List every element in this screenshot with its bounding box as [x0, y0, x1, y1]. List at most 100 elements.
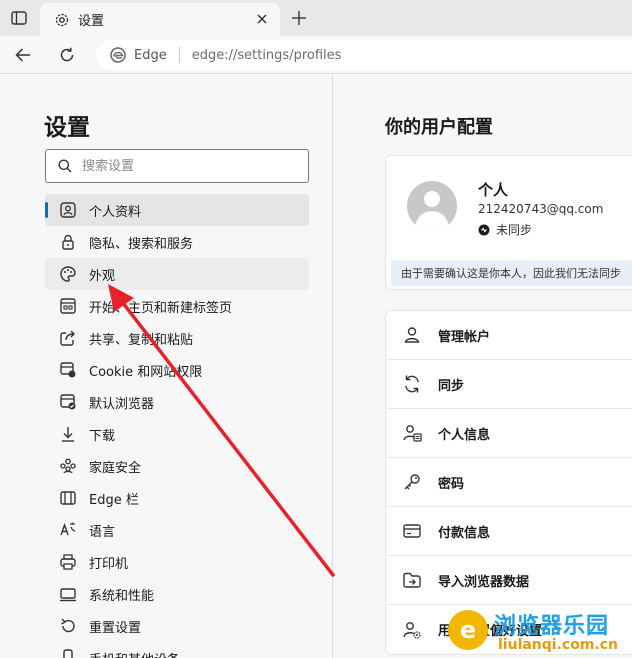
import-icon: [402, 570, 422, 590]
close-icon: [257, 14, 267, 24]
edge-bar-icon: [59, 489, 77, 507]
tab-actions-icon: [11, 11, 27, 25]
sidebar-item-label: 家庭安全: [89, 460, 142, 476]
profile-name: 个人: [478, 181, 509, 199]
payment-card-icon: [402, 521, 422, 541]
search-input[interactable]: [82, 158, 282, 174]
language-icon: [59, 521, 77, 539]
option-label: 同步: [438, 378, 465, 394]
avatar: [407, 181, 457, 231]
sync-status-text: 未同步: [496, 223, 533, 237]
search-settings-box[interactable]: [45, 149, 309, 183]
sidebar-item-edge-bar[interactable]: Edge 栏: [45, 482, 309, 514]
sync-off-icon: [478, 224, 490, 235]
sidebar-item-phone[interactable]: 手机和其他设备: [45, 642, 309, 658]
url-path: settings/profiles: [237, 47, 342, 63]
sync-icon: [402, 374, 422, 394]
lock-icon: [59, 233, 77, 251]
sidebar-item-label: Cookie 和网站权限: [89, 364, 203, 380]
profile-icon: [59, 201, 77, 219]
settings-sidebar: 设置 个人资料隐私、搜索和服务外观开始、主页和新建标签页共享、复制和粘贴 Cook…: [0, 75, 333, 658]
sidebar-item-download[interactable]: 下载: [45, 418, 309, 450]
search-icon: [58, 159, 72, 173]
reset-icon: [59, 617, 77, 635]
address-brand: Edge: [134, 47, 167, 63]
back-button[interactable]: [12, 44, 34, 66]
phone-icon: [59, 649, 77, 658]
address-divider: [178, 47, 180, 63]
share-icon: [59, 329, 77, 347]
personal-info-icon: [402, 423, 422, 443]
sidebar-item-reset[interactable]: 重置设置: [45, 610, 309, 642]
sidebar-item-printer[interactable]: 打印机: [45, 546, 309, 578]
sidebar-item-language[interactable]: 语言: [45, 514, 309, 546]
sidebar-item-label: 个人资料: [89, 204, 142, 220]
site-watermark: e 浏览器乐园 liulanqi.com.cn: [448, 604, 632, 658]
settings-nav-list: 个人资料隐私、搜索和服务 外观开始、主页和新建标签页 共享、复制和粘贴 Cookie …: [45, 194, 309, 658]
sidebar-item-label: 手机和其他设备: [89, 649, 180, 658]
sidebar-item-palette[interactable]: 外观: [45, 258, 309, 290]
refresh-icon: [60, 47, 74, 62]
profiles-content: 你的用户配置 个人 212420743@qq.com 未同步 由于需要确认这是你…: [334, 75, 632, 658]
profile-email: 212420743@qq.com: [478, 202, 604, 216]
site-permissions-icon: [59, 361, 77, 379]
sidebar-item-default-browser[interactable]: 默认浏览器: [45, 386, 309, 418]
option-label: 导入浏览器数据: [438, 574, 530, 590]
sidebar-item-label: 默认浏览器: [89, 396, 155, 412]
family-icon: [59, 457, 77, 475]
url-scheme: edge://: [191, 47, 238, 63]
option-label: 付款信息: [438, 525, 491, 541]
tab-settings[interactable]: 设置: [40, 3, 280, 36]
sidebar-item-label: 语言: [89, 524, 116, 540]
sidebar-item-start-page[interactable]: 开始、主页和新建标签页: [45, 290, 309, 322]
option-key[interactable]: 密码: [386, 458, 632, 507]
toolbar: Edge edge://settings/profiles: [0, 36, 632, 74]
option-sync[interactable]: 同步: [386, 360, 632, 409]
watermark-url: liulanqi.com.cn: [498, 637, 619, 653]
sidebar-item-label: 隐私、搜索和服务: [89, 236, 194, 252]
watermark-logo: e: [448, 610, 488, 650]
sidebar-item-label: Edge 栏: [89, 492, 139, 508]
sidebar-item-label: 共享、复制和粘贴: [89, 332, 194, 348]
verification-notice: 由于需要确认这是你本人，因此我们无法同步: [391, 260, 632, 286]
sidebar-item-system[interactable]: 系统和性能: [45, 578, 309, 610]
edge-logo-icon: [110, 47, 126, 63]
sidebar-item-label: 外观: [89, 268, 116, 284]
close-tab-button[interactable]: [254, 11, 270, 27]
default-browser-icon: [59, 393, 77, 411]
sidebar-item-label: 重置设置: [89, 620, 142, 636]
new-tab-button[interactable]: [288, 8, 310, 28]
plus-icon: [292, 11, 306, 25]
option-label: 管理帐户: [438, 329, 491, 345]
option-payment-card[interactable]: 付款信息: [386, 507, 632, 556]
sidebar-item-share[interactable]: 共享、复制和粘贴: [45, 322, 309, 354]
tab-actions-button[interactable]: [8, 8, 30, 28]
option-label: 密码: [438, 476, 465, 492]
option-account[interactable]: 管理帐户: [386, 311, 632, 360]
start-page-icon: [59, 297, 77, 315]
tab-strip: 设置: [0, 0, 632, 36]
sidebar-item-lock[interactable]: 隐私、搜索和服务: [45, 226, 309, 258]
sidebar-item-label: 下载: [89, 428, 116, 444]
sidebar-item-family[interactable]: 家庭安全: [45, 450, 309, 482]
sidebar-item-site-permissions[interactable]: Cookie 和网站权限: [45, 354, 309, 386]
option-personal-info[interactable]: 个人信息: [386, 409, 632, 458]
palette-icon: [59, 265, 77, 283]
back-arrow-icon: [15, 48, 30, 62]
key-icon: [402, 472, 422, 492]
sidebar-item-label: 开始、主页和新建标签页: [89, 300, 233, 316]
sidebar-item-label: 打印机: [89, 556, 129, 572]
printer-icon: [59, 553, 77, 571]
page-title: 你的用户配置: [385, 117, 493, 138]
tab-title: 设置: [78, 14, 105, 29]
sidebar-item-profile[interactable]: 个人资料: [45, 194, 309, 226]
address-bar[interactable]: Edge edge://settings/profiles: [96, 40, 632, 70]
option-import[interactable]: 导入浏览器数据: [386, 556, 632, 605]
account-icon: [402, 325, 422, 345]
gear-icon: [55, 13, 69, 26]
sync-status: 未同步: [478, 221, 532, 238]
download-icon: [59, 425, 77, 443]
watermark-title: 浏览器乐园: [494, 613, 610, 639]
refresh-button[interactable]: [56, 44, 78, 66]
profile-preferences-icon: [402, 620, 422, 640]
